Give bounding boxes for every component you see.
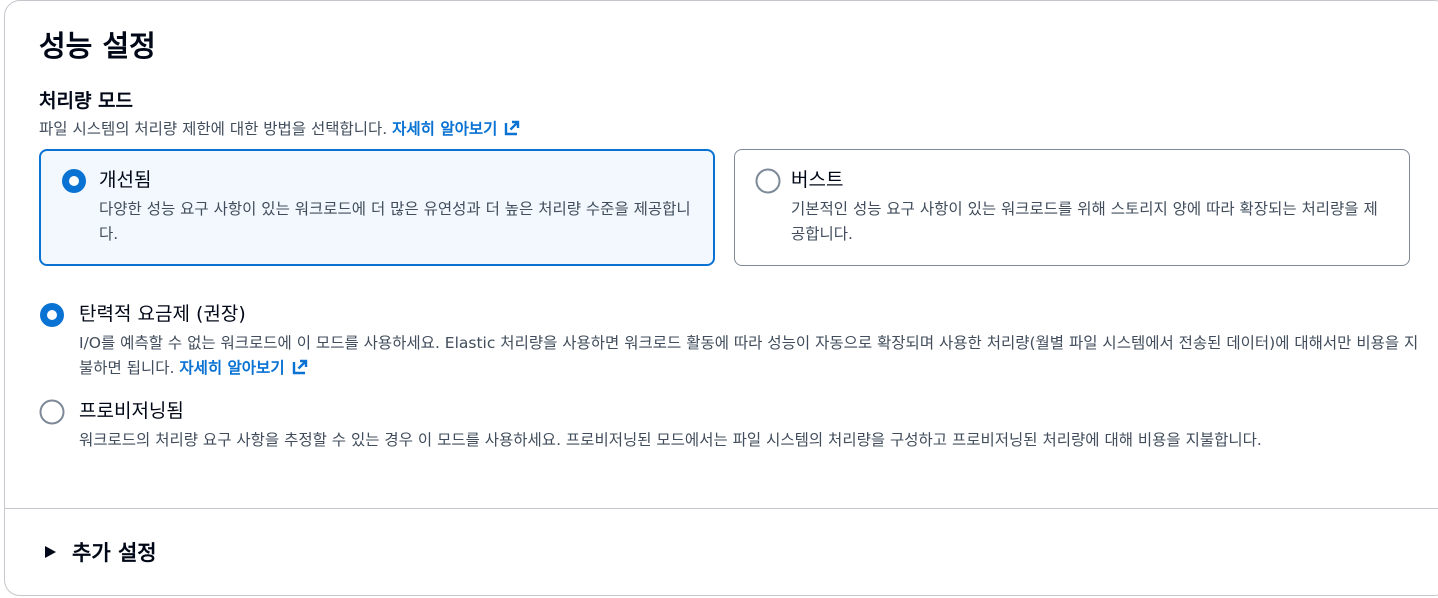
elastic-label: 탄력적 요금제 (권장) bbox=[79, 303, 246, 325]
radio-selected-icon[interactable] bbox=[61, 168, 87, 194]
external-link-icon bbox=[505, 120, 520, 136]
external-link-icon bbox=[292, 359, 307, 375]
elastic-description: I/O를 예측할 수 없는 워크로드에 이 모드를 사용하세요. Elastic… bbox=[79, 331, 1424, 381]
performance-settings-panel: 성능 설정 처리량 모드 파일 시스템의 처리량 제한에 대한 방법을 선택합니… bbox=[4, 0, 1438, 596]
additional-settings-expander[interactable]: 추가 설정 bbox=[43, 537, 157, 567]
section-divider bbox=[5, 508, 1438, 509]
tile-enhanced-title: 개선됨 bbox=[99, 169, 152, 191]
learn-more-link[interactable]: 자세히 알아보기 bbox=[392, 120, 521, 138]
tile-enhanced-description: 다양한 성능 요구 사항이 있는 워크로드에 더 많은 유연성과 더 높은 처리… bbox=[99, 200, 691, 243]
radio-unselected-icon[interactable] bbox=[39, 399, 65, 425]
tile-bursting-title: 버스트 bbox=[791, 169, 844, 191]
elastic-learn-more-label: 자세히 알아보기 bbox=[179, 359, 285, 377]
tile-bursting[interactable]: 버스트 기본적인 성능 요구 사항이 있는 워크로드를 위해 스토리지 양에 따… bbox=[734, 149, 1410, 266]
learn-more-label: 자세히 알아보기 bbox=[392, 120, 498, 138]
radio-unselected-icon[interactable] bbox=[755, 168, 781, 194]
additional-settings-label: 추가 설정 bbox=[72, 541, 157, 565]
throughput-mode-label: 처리량 모드 bbox=[39, 90, 134, 112]
tile-enhanced[interactable]: 개선됨 다양한 성능 요구 사항이 있는 워크로드에 더 많은 유연성과 더 높… bbox=[39, 149, 715, 266]
provisioned-label: 프로비저닝됨 bbox=[79, 400, 184, 422]
caret-right-icon bbox=[45, 546, 56, 558]
radio-selected-icon[interactable] bbox=[39, 302, 65, 328]
tile-bursting-description: 기본적인 성능 요구 사항이 있는 워크로드를 위해 스토리지 양에 따라 확장… bbox=[791, 200, 1378, 243]
page-title: 성능 설정 bbox=[39, 29, 156, 63]
elastic-learn-more-link[interactable]: 자세히 알아보기 bbox=[179, 359, 308, 377]
provisioned-description: 워크로드의 처리량 요구 사항을 추정할 수 있는 경우 이 모드를 사용하세요… bbox=[79, 431, 1262, 449]
throughput-mode-description: 파일 시스템의 처리량 제한에 대한 방법을 선택합니다. 자세히 알아보기 bbox=[39, 118, 521, 140]
throughput-description-text: 파일 시스템의 처리량 제한에 대한 방법을 선택합니다. bbox=[39, 120, 388, 138]
